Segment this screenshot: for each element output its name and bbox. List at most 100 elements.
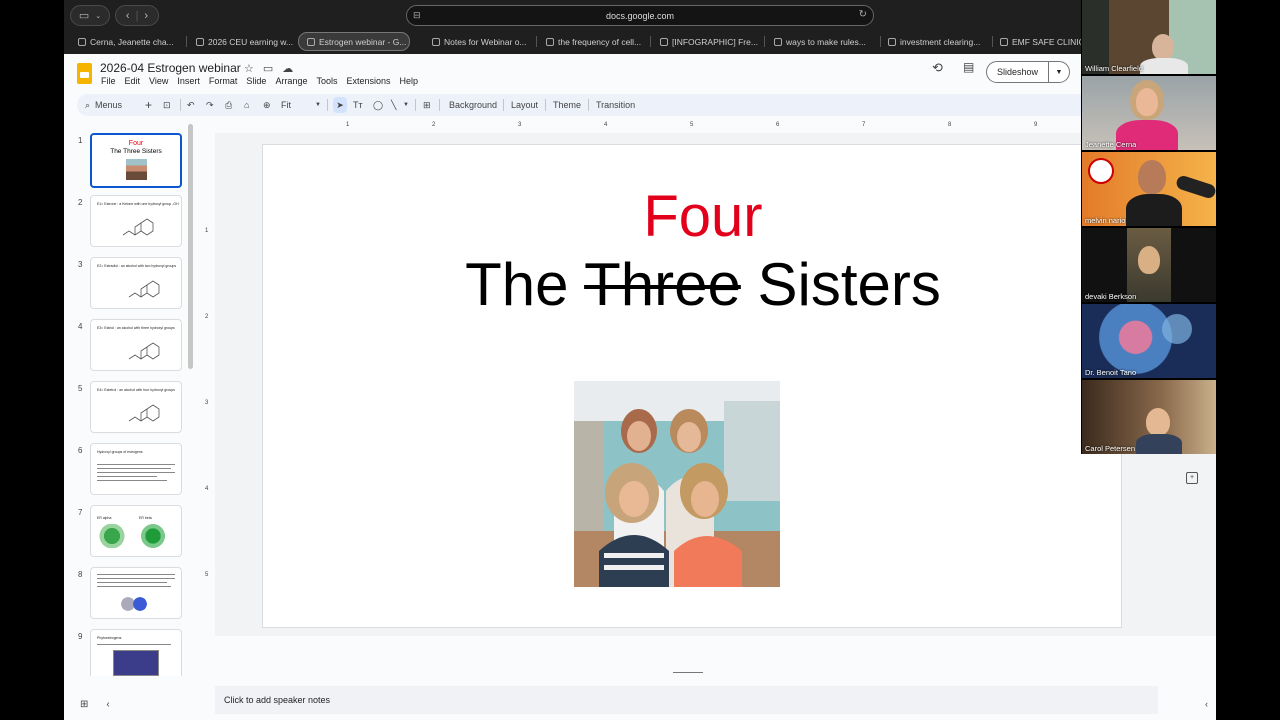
slide-title[interactable]: The Three Sisters <box>263 250 1143 319</box>
tab-favicon-icon <box>196 37 204 46</box>
menu-extensions[interactable]: Extensions <box>346 76 390 86</box>
tab-favicon-icon <box>78 37 86 46</box>
cloud-saved-icon[interactable]: ☁ <box>282 62 293 75</box>
layout-button[interactable]: Layout <box>511 94 538 116</box>
tab-3-active[interactable]: Estrogen webinar - G... <box>298 32 410 51</box>
molecule-diagram <box>128 280 160 298</box>
slide-thumbnail-7[interactable]: ER alpha ER beta <box>90 505 182 557</box>
grid-view-icon[interactable]: ⊞ <box>80 699 88 710</box>
slide-thumbnail-9[interactable]: Phytoestrogens <box>90 629 182 676</box>
zoom-icon[interactable]: ⊕ <box>263 94 271 116</box>
participant-tile[interactable]: Dr. Benoit Tano <box>1082 304 1216 378</box>
move-folder-icon[interactable]: ▭ <box>263 62 273 75</box>
menu-view[interactable]: View <box>149 76 168 86</box>
slide-thumbnail-3[interactable]: E2= Estradiol : an alcohol with two hydr… <box>90 257 182 309</box>
menu-slide[interactable]: Slide <box>246 76 266 86</box>
slide-thumbnail-2[interactable]: E1= Estrone : a Ketone with one hydroxyl… <box>90 195 182 247</box>
current-slide[interactable]: Four The Three Sisters <box>262 144 1122 628</box>
new-slide-icon[interactable]: + <box>145 94 152 116</box>
slide-thumbnail-6[interactable]: Hydroxyl groups of estrogens <box>90 443 182 495</box>
forward-icon[interactable]: › <box>144 10 148 22</box>
menu-insert[interactable]: Insert <box>177 76 200 86</box>
tab-2[interactable]: 2026 CEU earning w... <box>188 32 296 51</box>
slideshow-label[interactable]: Slideshow <box>987 62 1049 82</box>
back-icon[interactable]: ‹ <box>126 10 130 22</box>
ruler-mark: 5 <box>690 122 694 128</box>
title-word-sisters: Sisters <box>757 251 941 318</box>
menu-format[interactable]: Format <box>209 76 238 86</box>
tab-favicon-icon <box>1000 37 1008 46</box>
slide-thumbnail-5[interactable]: E4= Estetrol : an alcohol with four hydr… <box>90 381 182 433</box>
participant-tile[interactable]: William Clearfield <box>1082 0 1216 74</box>
star-icon[interactable]: ☆ <box>244 62 254 75</box>
sidebar-toggle-button[interactable]: ▭ ⌄ <box>70 5 110 26</box>
slide-thumbnail-8[interactable] <box>90 567 182 619</box>
ruler-mark: 1 <box>205 228 209 234</box>
tab-6[interactable]: [INFOGRAPHIC] Fre... <box>652 32 760 51</box>
zoom-select[interactable]: Fit ▼ <box>281 94 321 116</box>
participant-video <box>1146 408 1170 436</box>
menu-edit[interactable]: Edit <box>125 76 141 86</box>
tab-4[interactable]: Notes for Webinar o... <box>424 32 532 51</box>
notes-resize-handle[interactable] <box>673 672 703 673</box>
filmstrip-scrollbar[interactable] <box>188 124 193 369</box>
slide-heading-four[interactable]: Four <box>263 183 1143 250</box>
tab-label: EMF SAFE CLINIC - <box>1012 36 1082 47</box>
participant-tile[interactable]: Jeanette Cerna <box>1082 76 1216 150</box>
shape-icon[interactable]: ◯ <box>373 94 383 116</box>
select-cursor-icon[interactable]: ➤ <box>333 97 347 113</box>
group-photo[interactable] <box>574 381 780 587</box>
menu-arrange[interactable]: Arrange <box>275 76 307 86</box>
text-box-icon[interactable]: Tт <box>353 94 363 116</box>
browser-toolbar: ▭ ⌄ ‹ | › ⊟ docs.google.com ↻ <box>64 0 1216 30</box>
slide-thumbnail-1[interactable]: Four The Three Sisters <box>90 133 182 188</box>
chevron-down-icon[interactable]: ▼ <box>403 94 409 116</box>
slides-logo-icon[interactable] <box>77 63 92 84</box>
protein-image <box>119 596 149 612</box>
comment-add-icon[interactable]: ⊞ <box>423 94 431 116</box>
tab-label: the frequency of cell... <box>558 36 642 47</box>
chevron-down-icon[interactable]: ▼ <box>1049 69 1069 76</box>
add-side-panel-icon[interactable]: + <box>1186 472 1198 484</box>
tab-9[interactable]: EMF SAFE CLINIC - <box>992 32 1082 51</box>
theme-button[interactable]: Theme <box>553 94 581 116</box>
menu-tools[interactable]: Tools <box>316 76 337 86</box>
menu-help[interactable]: Help <box>400 76 419 86</box>
transition-button[interactable]: Transition <box>596 94 635 116</box>
tab-favicon-icon <box>888 37 896 46</box>
slide-thumbnail-4[interactable]: E3= Estriol : an alcohol with three hydr… <box>90 319 182 371</box>
tab-bar: Cerna, Jeanette cha... 2026 CEU earning … <box>64 30 1216 54</box>
expand-panel-icon[interactable]: ‹ <box>1205 699 1208 709</box>
collapse-filmstrip-icon[interactable]: ‹ <box>106 699 109 710</box>
background-button[interactable]: Background <box>449 94 497 116</box>
tab-7[interactable]: ways to make rules... <box>766 32 876 51</box>
line-icon[interactable]: ╲ <box>391 94 396 116</box>
molecule-diagram <box>128 342 160 360</box>
speaker-notes[interactable]: Click to add speaker notes <box>215 686 1158 714</box>
slideshow-button[interactable]: Slideshow ▼ <box>986 61 1070 83</box>
tab-8[interactable]: investment clearing... <box>880 32 988 51</box>
participant-video <box>1138 160 1166 194</box>
ruler-mark: 5 <box>205 572 209 578</box>
thumb-heading: Hydroxyl groups of estrogens <box>97 450 143 454</box>
address-bar[interactable]: ⊟ docs.google.com ↻ <box>406 5 874 26</box>
search-menus-button[interactable]: ⌕ Menus <box>85 94 122 116</box>
undo-icon[interactable]: ↶ <box>187 94 195 116</box>
participant-tile[interactable]: Carol Petersen <box>1082 380 1216 454</box>
comments-icon[interactable]: ▤ <box>963 60 974 74</box>
tab-5[interactable]: the frequency of cell... <box>538 32 646 51</box>
new-slide-menu-icon[interactable]: ⊡ <box>163 94 171 116</box>
document-title[interactable]: 2026-04 Estrogen webinar <box>100 61 241 75</box>
print-icon[interactable]: ⎙ <box>225 94 232 116</box>
paint-format-icon[interactable]: ⌂ <box>244 94 249 116</box>
participant-tile[interactable]: melvin nario <box>1082 152 1216 226</box>
version-history-icon[interactable]: ⟲ <box>932 60 943 76</box>
tab-label: ways to make rules... <box>786 36 866 47</box>
participant-tile[interactable]: devaki Berkson <box>1082 228 1216 302</box>
site-settings-icon[interactable]: ⊟ <box>413 10 421 21</box>
reload-icon[interactable]: ↻ <box>859 9 867 20</box>
redo-icon[interactable]: ↷ <box>206 94 214 116</box>
back-forward-buttons[interactable]: ‹ | › <box>115 5 159 26</box>
tab-1[interactable]: Cerna, Jeanette cha... <box>70 32 182 51</box>
menu-file[interactable]: File <box>101 76 116 86</box>
